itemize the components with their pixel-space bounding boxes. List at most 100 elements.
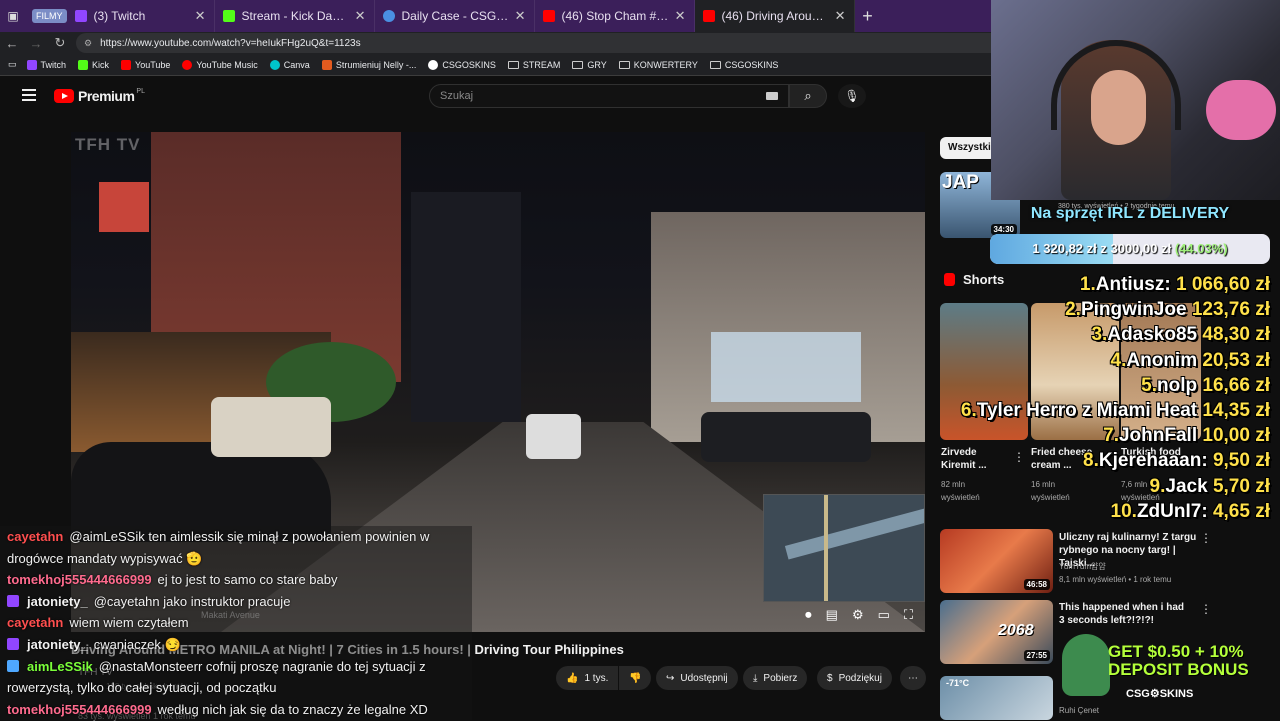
bookmark-canva[interactable]: Canva: [269, 59, 310, 70]
share-arrow-icon: ↪: [666, 672, 675, 684]
bookmark-youtube-music[interactable]: YouTube Music: [182, 59, 258, 70]
search-button[interactable]: ⌕: [789, 84, 827, 108]
new-tab-plus-icon[interactable]: +: [855, 6, 881, 27]
dislike-button[interactable]: 👎: [619, 666, 651, 690]
donor-row: 6.Tyler Herro z Miami Heat 14,35 zł: [961, 400, 1270, 422]
youtube-icon: [121, 59, 132, 70]
donation-goal-title: Na sprzęt IRL z DELIVERY: [1030, 205, 1230, 222]
bookmark-folder-csgoskins[interactable]: CSGOSKINS: [709, 60, 778, 70]
voice-search-mic-icon[interactable]: 🎙: [838, 84, 866, 108]
theater-mode-icon[interactable]: ▭: [878, 607, 890, 623]
thumbnail-title-overlay: JAP: [942, 172, 979, 193]
donation-goal-progress-bar: 1 320,82 zł z 3000,00 zł (44.03%): [990, 234, 1270, 264]
forward-arrow-icon[interactable]: →: [24, 36, 48, 51]
donor-amount: 4,65 zł: [1212, 500, 1270, 522]
related-video-thumbnail[interactable]: 2068 27:55: [940, 600, 1053, 664]
video-frame-storefront: [711, 332, 861, 402]
chat-message: tomekhoj555444666999 ej to jest to samo c…: [7, 572, 337, 587]
close-tab-icon[interactable]: ✕: [835, 8, 846, 24]
donor-row: 5.nolp 16,66 zł: [1141, 375, 1270, 397]
kick-icon: [78, 59, 89, 70]
csgoskins-promo-banner: GET $0.50 + 10% DEPOSIT BONUS CSG⚙SKINS: [1058, 630, 1270, 704]
site-info-icon[interactable]: ⚙: [84, 38, 92, 49]
bookmark-folder-gry[interactable]: GRY: [572, 60, 607, 70]
bookmark-strumieniuj[interactable]: Strumieniuj Nelly -...: [321, 59, 416, 70]
short-views-label: wyświetleń: [941, 493, 980, 502]
autoplay-toggle-icon[interactable]: ⏺: [805, 607, 812, 623]
bookmark-csgoskins[interactable]: CSGOSKINS: [428, 59, 496, 70]
fullscreen-icon[interactable]: ⛶: [904, 607, 913, 623]
share-button[interactable]: ↪ Udostępnij: [656, 666, 738, 690]
promo-line-1: GET $0.50 + 10%: [1108, 642, 1244, 661]
related-video-thumbnail[interactable]: -71°C: [940, 676, 1053, 720]
chat-username[interactable]: tomekhoj555444666999: [7, 702, 152, 717]
like-button[interactable]: 👍 1 tys.: [556, 666, 618, 690]
address-bar[interactable]: ⚙ https://www.youtube.com/watch?v=heIukF…: [76, 33, 1006, 53]
chat-badge-icon: [7, 659, 19, 672]
hamburger-menu-icon[interactable]: [22, 89, 36, 101]
bookmarks-menu-icon[interactable]: ▭: [8, 59, 17, 70]
thumbs-up-icon: 👍: [566, 672, 579, 684]
bookmark-youtube[interactable]: YouTube: [121, 59, 170, 70]
search-input[interactable]: Szukaj: [429, 84, 789, 108]
donor-row: 8.Kjerehaaan: 9,50 zł: [1083, 450, 1270, 472]
related-video-thumbnail[interactable]: 46:58: [940, 529, 1053, 593]
webcam-headphones-icon: [1051, 40, 1181, 130]
keyboard-icon[interactable]: [766, 92, 778, 100]
thanks-button[interactable]: $ Podziękuj: [817, 666, 892, 690]
tab-label: (3) Twitch: [93, 9, 146, 23]
bookmark-folder-stream[interactable]: STREAM: [507, 60, 560, 70]
tab-search-icon[interactable]: ▣: [0, 0, 26, 32]
filter-chip-all[interactable]: Wszystkie: [940, 137, 996, 159]
tab-group-chip[interactable]: FILMY: [32, 9, 67, 23]
close-tab-icon[interactable]: ✕: [195, 8, 206, 24]
chat-username[interactable]: cayetahn: [7, 529, 63, 544]
download-button[interactable]: ⤓ Pobierz: [743, 666, 808, 690]
close-tab-icon[interactable]: ✕: [515, 8, 526, 24]
video-frame-building-right: [651, 212, 925, 442]
browser-tab-youtube-stop-cham[interactable]: (46) Stop Cham #1356 - Niebezpi ✕: [535, 0, 695, 32]
related-video-channel[interactable]: YumYum얌얌: [1059, 561, 1106, 572]
more-actions-button[interactable]: ⋯: [900, 666, 926, 690]
bookmark-kick[interactable]: Kick: [78, 59, 109, 70]
video-frame-cars-right: [701, 412, 871, 462]
donor-rank: 5.: [1141, 374, 1157, 396]
related-video-channel[interactable]: Ruhi Çenet: [1059, 706, 1099, 715]
folder-icon: [507, 60, 519, 69]
donor-name: PingwinJoe: [1080, 299, 1192, 321]
back-arrow-icon[interactable]: ←: [0, 36, 24, 51]
related-video-title[interactable]: This happened when i had 3 seconds left?…: [1059, 601, 1189, 627]
subtitles-icon[interactable]: ▤: [826, 607, 838, 623]
donor-row: 2.PingwinJoe 123,76 zł: [1065, 299, 1270, 321]
donor-row: 1.Antiusz: 1 066,60 zł: [1080, 274, 1270, 296]
donor-rank: 3.: [1091, 324, 1108, 346]
browser-tab-csgoskins[interactable]: Daily Case - CSGO-SKINS.COM ✕: [375, 0, 535, 32]
short-title[interactable]: Zirvede Kiremit ...: [941, 446, 1011, 472]
chat-message: drogówce mandaty wypisywać 🫡: [7, 551, 202, 567]
chat-username[interactable]: jatoniety_: [27, 594, 88, 609]
youtube-premium-logo[interactable]: Premium PL: [54, 88, 145, 104]
chat-message: aimLeSSik @nastaMonsteerr cofnij proszę n…: [7, 659, 426, 674]
video-frame-tower: [411, 192, 521, 422]
chat-username[interactable]: tomekhoj555444666999: [7, 572, 152, 587]
bookmark-twitch[interactable]: Twitch: [26, 59, 66, 70]
close-tab-icon[interactable]: ✕: [675, 8, 686, 24]
chat-username[interactable]: aimLeSSik: [27, 659, 93, 674]
youtube-favicon-icon: [542, 10, 555, 22]
video-watermark: TFH TV: [75, 135, 141, 154]
more-vertical-icon[interactable]: ⋮: [1200, 531, 1212, 545]
browser-tab-youtube-active[interactable]: (46) Driving Around METRO MAN ✕: [694, 0, 855, 32]
close-tab-icon[interactable]: ✕: [355, 8, 366, 24]
browser-tab-kick[interactable]: Stream - Kick Dashboard ✕: [215, 0, 375, 32]
chat-username[interactable]: jatoniety_: [27, 637, 88, 652]
chat-username[interactable]: cayetahn: [7, 615, 63, 630]
settings-gear-icon[interactable]: ⚙: [852, 607, 864, 623]
more-vertical-icon[interactable]: ⋮: [1013, 450, 1025, 464]
thumbs-down-icon: 👎: [629, 672, 642, 684]
reload-icon[interactable]: ↻: [48, 35, 72, 51]
bookmark-folder-konwertery[interactable]: KONWERTERY: [618, 60, 698, 70]
shorts-heading: Shorts: [963, 272, 1005, 287]
browser-tab-twitch[interactable]: (3) Twitch ✕: [67, 0, 215, 32]
more-vertical-icon[interactable]: ⋮: [1200, 602, 1212, 616]
shorts-icon: [944, 273, 955, 286]
